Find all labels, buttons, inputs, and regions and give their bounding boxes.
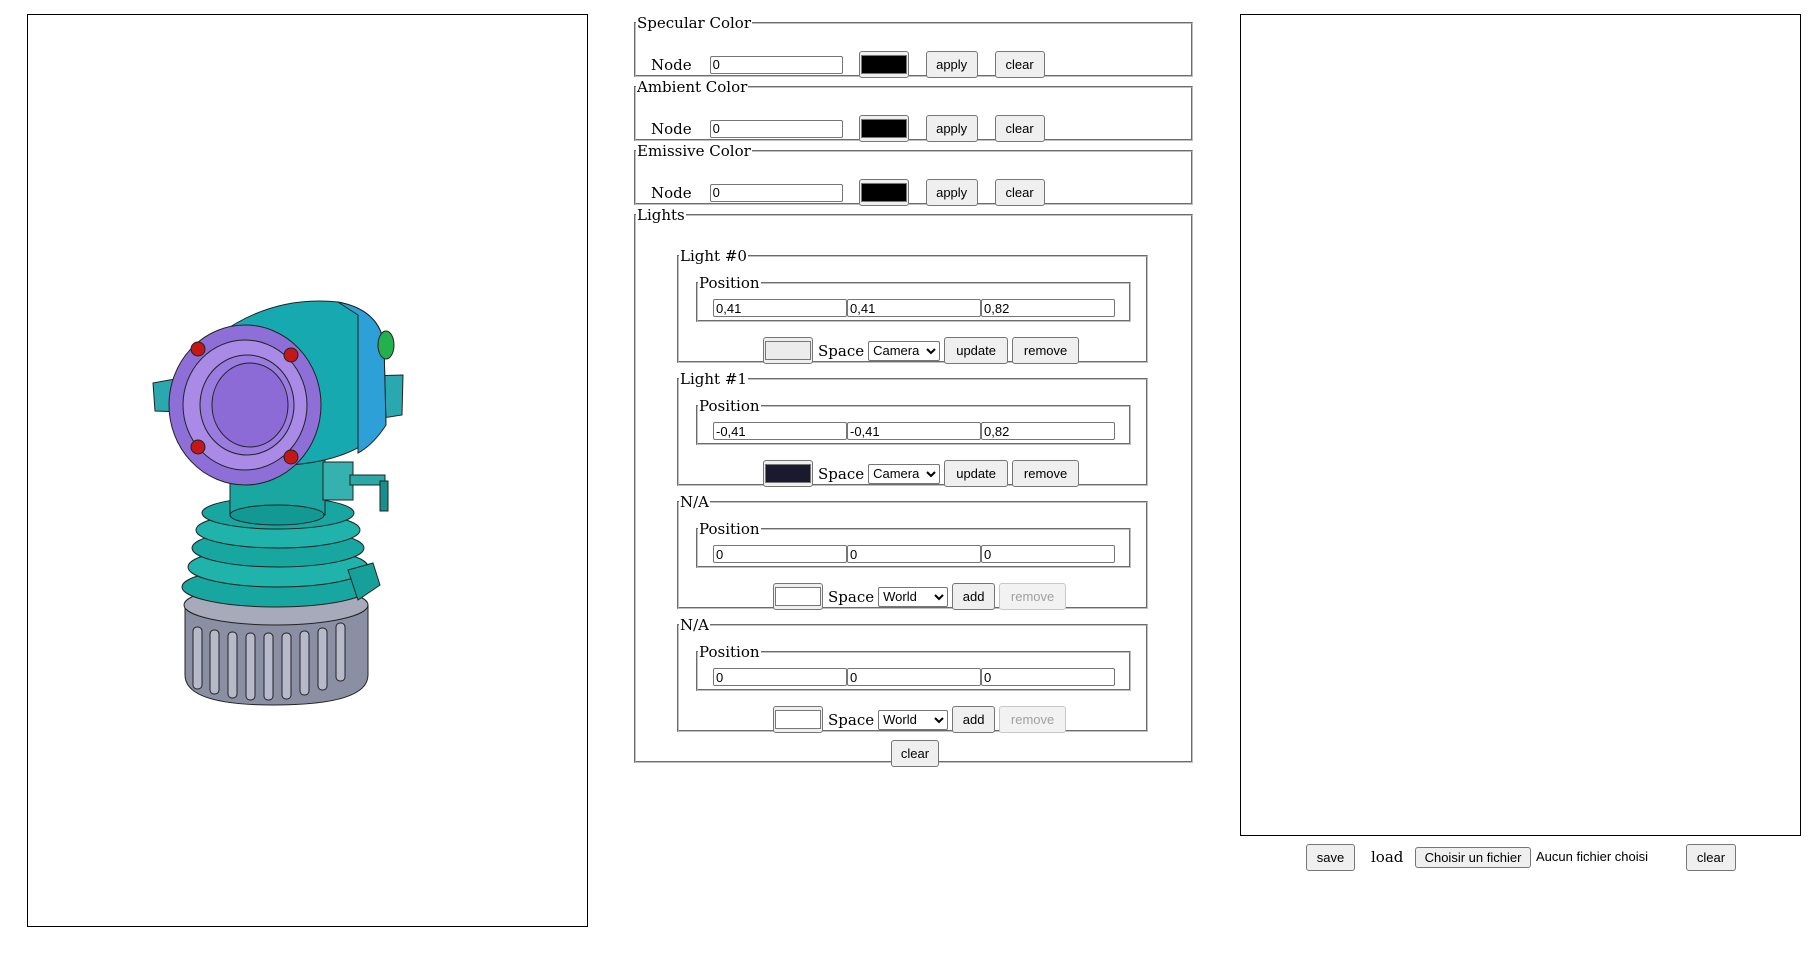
light-remove-button: remove xyxy=(999,583,1067,610)
specular-color-fieldset: Specular Color Node apply clear xyxy=(634,14,1193,78)
no-file-chosen-text: Aucun fichier choisi xyxy=(1536,849,1648,864)
position-fieldset: Position xyxy=(696,520,1131,568)
light-color-picker[interactable] xyxy=(763,460,813,487)
specular-node-input[interactable] xyxy=(709,55,843,74)
emissive-color-picker[interactable] xyxy=(858,179,909,206)
ambient-node-input[interactable] xyxy=(709,119,843,138)
position-x-input[interactable] xyxy=(713,545,847,563)
position-x-input[interactable] xyxy=(713,668,847,686)
space-label: Space xyxy=(818,464,865,483)
position-legend: Position xyxy=(699,397,760,415)
ambient-apply-button[interactable]: apply xyxy=(925,115,978,142)
light-legend: Light #0 xyxy=(680,247,747,265)
ambient-color-picker[interactable] xyxy=(858,115,909,142)
specular-apply-button[interactable]: apply xyxy=(925,51,978,78)
position-y-input[interactable] xyxy=(847,545,981,563)
position-fieldset: Position xyxy=(696,397,1131,445)
light-update-button[interactable]: update xyxy=(944,460,1009,487)
position-z-input[interactable] xyxy=(981,299,1115,317)
light-add-button[interactable]: add xyxy=(952,583,996,610)
position-z-input[interactable] xyxy=(981,422,1115,440)
lights-fieldset: Lights Light #0PositionSpaceCameraupdate… xyxy=(634,206,1193,767)
emissive-clear-button[interactable]: clear xyxy=(994,179,1045,206)
lights-clear-button[interactable]: clear xyxy=(891,740,939,767)
emissive-node-label: Node xyxy=(651,183,692,202)
light-add-button[interactable]: add xyxy=(952,706,996,733)
position-fieldset: Position xyxy=(696,643,1131,691)
ambient-node-label: Node xyxy=(651,119,692,138)
light-legend: N/A xyxy=(680,493,710,511)
light-remove-button[interactable]: remove xyxy=(1012,337,1080,364)
light-color-picker[interactable] xyxy=(773,706,823,733)
light-remove-button: remove xyxy=(999,706,1067,733)
footer-clear-button[interactable]: clear xyxy=(1686,844,1736,871)
position-legend: Position xyxy=(699,274,760,292)
space-select[interactable]: World xyxy=(878,709,949,730)
specular-color-legend: Specular Color xyxy=(637,14,752,32)
specular-node-label: Node xyxy=(651,55,692,74)
light-fieldset: Light #0 Position SpaceCameraupdateremove xyxy=(677,247,1148,364)
emissive-node-input[interactable] xyxy=(709,183,843,202)
ambient-clear-button[interactable]: clear xyxy=(994,115,1045,142)
light-update-button[interactable]: update xyxy=(944,337,1009,364)
emissive-color-fieldset: Emissive Color Node apply clear xyxy=(634,142,1193,206)
ambient-color-fieldset: Ambient Color Node apply clear xyxy=(634,78,1193,142)
position-x-input[interactable] xyxy=(713,422,847,440)
specular-color-picker[interactable] xyxy=(858,51,909,78)
position-y-input[interactable] xyxy=(847,299,981,317)
specular-clear-button[interactable]: clear xyxy=(994,51,1045,78)
light-fieldset: Light #1 Position SpaceCameraupdateremove xyxy=(677,370,1148,487)
light-legend: N/A xyxy=(680,616,710,634)
load-label: load xyxy=(1371,848,1404,866)
save-button[interactable]: save xyxy=(1306,844,1355,871)
lights-legend: Lights xyxy=(637,206,685,224)
space-select[interactable]: Camera xyxy=(868,340,941,361)
position-y-input[interactable] xyxy=(847,422,981,440)
output-panel xyxy=(1240,14,1801,836)
3d-viewer-canvas[interactable] xyxy=(27,14,588,927)
light-color-picker[interactable] xyxy=(763,337,813,364)
space-select[interactable]: World xyxy=(878,586,949,607)
space-label: Space xyxy=(818,341,865,360)
position-z-input[interactable] xyxy=(981,545,1115,563)
emissive-apply-button[interactable]: apply xyxy=(925,179,978,206)
position-z-input[interactable] xyxy=(981,668,1115,686)
choose-file-button[interactable]: Choisir un fichier xyxy=(1415,847,1531,868)
position-fieldset: Position xyxy=(696,274,1131,322)
space-label: Space xyxy=(828,587,875,606)
light-color-picker[interactable] xyxy=(773,583,823,610)
emissive-color-legend: Emissive Color xyxy=(637,142,751,160)
light-fieldset: N/A Position SpaceWorldaddremove xyxy=(677,493,1148,610)
light-fieldset: N/A Position SpaceWorldaddremove xyxy=(677,616,1148,733)
position-y-input[interactable] xyxy=(847,668,981,686)
light-remove-button[interactable]: remove xyxy=(1012,460,1080,487)
ambient-color-legend: Ambient Color xyxy=(637,78,748,96)
position-legend: Position xyxy=(699,520,760,538)
space-select[interactable]: Camera xyxy=(868,463,941,484)
position-x-input[interactable] xyxy=(713,299,847,317)
device-model-render xyxy=(152,300,404,706)
light-legend: Light #1 xyxy=(680,370,747,388)
space-label: Space xyxy=(828,710,875,729)
position-legend: Position xyxy=(699,643,760,661)
